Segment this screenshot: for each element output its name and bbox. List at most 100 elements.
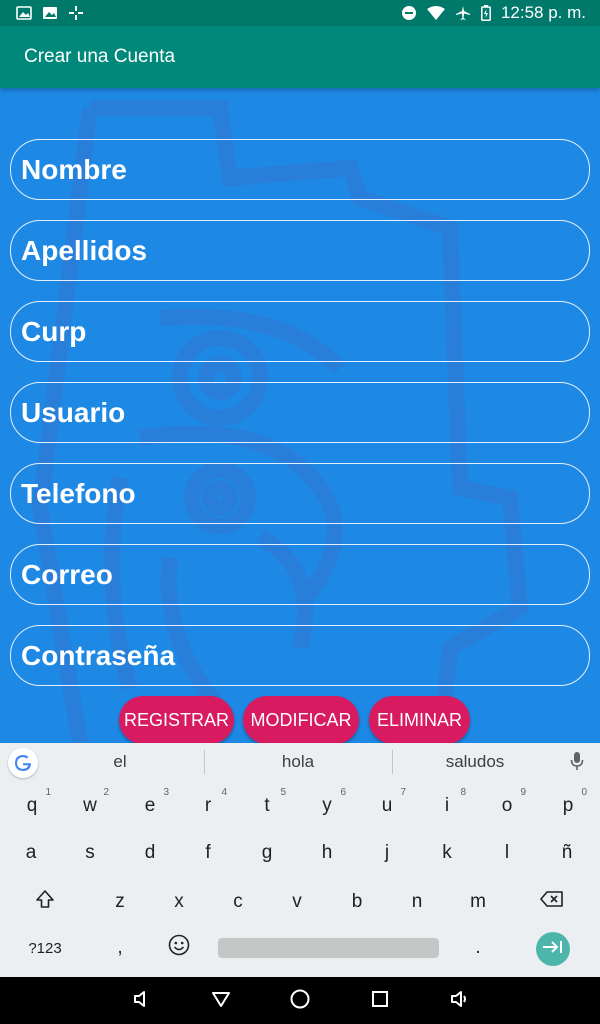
key-hint: 7	[400, 787, 406, 798]
key-t[interactable]: t5	[240, 783, 294, 829]
usuario-placeholder: Usuario	[21, 396, 126, 428]
shift-icon	[35, 889, 55, 915]
volume-up-button[interactable]	[448, 989, 472, 1013]
key-z[interactable]: z	[93, 879, 147, 925]
delete-button[interactable]: ELIMINAR	[369, 696, 470, 743]
key-label: p	[562, 795, 574, 816]
key-hint: 9	[520, 787, 526, 798]
curp-field[interactable]: Curp	[10, 301, 590, 362]
speaker-loud-icon	[449, 989, 471, 1014]
form-content: Nombre Apellidos Curp Usuario Telefono C…	[0, 88, 600, 743]
key-c[interactable]: c	[211, 879, 265, 925]
key-hint: 3	[163, 787, 169, 798]
key-label: d	[144, 842, 156, 863]
key-l[interactable]: l	[480, 830, 534, 876]
backspace-key[interactable]	[525, 879, 579, 925]
key-s[interactable]: s	[63, 830, 117, 876]
suggestion-2[interactable]: hola	[206, 743, 390, 781]
page-title: Crear una Cuenta	[24, 46, 176, 67]
key-y[interactable]: y6	[300, 783, 354, 829]
key-f[interactable]: f	[181, 830, 235, 876]
key-q[interactable]: q1	[5, 783, 59, 829]
key-label: c	[233, 891, 243, 912]
comma-key[interactable]: ,	[93, 925, 147, 971]
key-label: z	[115, 891, 125, 912]
battery-icon	[480, 5, 491, 21]
recents-square-icon	[371, 990, 389, 1013]
back-button[interactable]	[209, 989, 233, 1013]
key-v[interactable]: v	[270, 879, 324, 925]
key-u[interactable]: u7	[360, 783, 414, 829]
microphone-icon[interactable]	[570, 751, 584, 776]
airplane-mode-icon	[455, 5, 471, 21]
image-notification-icon	[42, 6, 58, 20]
key-label: q	[26, 795, 38, 816]
key-hint: 4	[221, 787, 227, 798]
key-a[interactable]: a	[4, 830, 58, 876]
correo-field[interactable]: Correo	[10, 544, 590, 605]
key-j[interactable]: j	[360, 830, 414, 876]
key-b[interactable]: b	[330, 879, 384, 925]
key-p[interactable]: p0	[541, 783, 595, 829]
curp-placeholder: Curp	[21, 315, 87, 347]
key-k[interactable]: k	[420, 830, 474, 876]
space-key[interactable]	[218, 938, 439, 958]
enter-key[interactable]	[536, 932, 570, 966]
register-button[interactable]: REGISTRAR	[119, 696, 234, 743]
app-bar: Crear una Cuenta	[0, 26, 600, 88]
symbols-key[interactable]: ?123	[18, 925, 72, 971]
key-x[interactable]: x	[152, 879, 206, 925]
key-label: k	[442, 842, 452, 863]
emoji-icon	[168, 934, 190, 962]
nombre-field[interactable]: Nombre	[10, 139, 590, 200]
key-label: g	[261, 842, 273, 863]
apellidos-field[interactable]: Apellidos	[10, 220, 590, 281]
shift-key[interactable]	[18, 879, 72, 925]
key-n[interactable]: n	[390, 879, 444, 925]
key-label: j	[384, 842, 390, 863]
telefono-field[interactable]: Telefono	[10, 463, 590, 524]
nombre-placeholder: Nombre	[21, 153, 127, 185]
key-r[interactable]: r4	[181, 783, 235, 829]
sync-notification-icon	[68, 5, 84, 21]
key-h[interactable]: h	[300, 830, 354, 876]
key-g[interactable]: g	[240, 830, 294, 876]
key-label: i	[444, 795, 450, 816]
home-circle-icon	[289, 988, 311, 1015]
period-key[interactable]: .	[451, 925, 505, 971]
recents-button[interactable]	[368, 989, 392, 1013]
key-i[interactable]: i8	[420, 783, 474, 829]
volume-down-button[interactable]	[130, 989, 154, 1013]
key-e[interactable]: e3	[123, 783, 177, 829]
key-label: s	[85, 842, 95, 863]
key-d[interactable]: d	[123, 830, 177, 876]
key-label: m	[470, 891, 486, 912]
key-hint: 8	[460, 787, 466, 798]
google-icon[interactable]	[8, 748, 38, 778]
key-m[interactable]: m	[451, 879, 505, 925]
telefono-placeholder: Telefono	[21, 477, 136, 509]
key-label: t	[264, 795, 270, 816]
key-label: r	[204, 795, 212, 816]
emoji-key[interactable]	[152, 925, 206, 971]
usuario-field[interactable]: Usuario	[10, 382, 590, 443]
key-w[interactable]: w2	[63, 783, 117, 829]
key-hint: 2	[103, 787, 109, 798]
key-n-tilde[interactable]: ñ	[540, 830, 594, 876]
home-button[interactable]	[288, 989, 312, 1013]
suggestion-divider	[204, 750, 205, 774]
key-label: h	[321, 842, 333, 863]
key-label: n	[411, 891, 423, 912]
contrasena-placeholder: Contraseña	[21, 639, 176, 671]
suggestion-3[interactable]: saludos	[394, 743, 556, 781]
key-label: l	[504, 842, 510, 863]
next-arrow-icon	[542, 939, 564, 960]
key-label: v	[292, 891, 302, 912]
key-hint: 0	[581, 787, 587, 798]
modify-button[interactable]: MODIFICAR	[243, 696, 359, 743]
contrasena-field[interactable]: Contraseña	[10, 625, 590, 686]
soft-keyboard: el hola saludos q1 w2 e3 r4 t5 y6 u7 i8 …	[0, 743, 600, 977]
key-o[interactable]: o9	[480, 783, 534, 829]
key-hint: 6	[340, 787, 346, 798]
suggestion-1[interactable]: el	[40, 743, 200, 781]
